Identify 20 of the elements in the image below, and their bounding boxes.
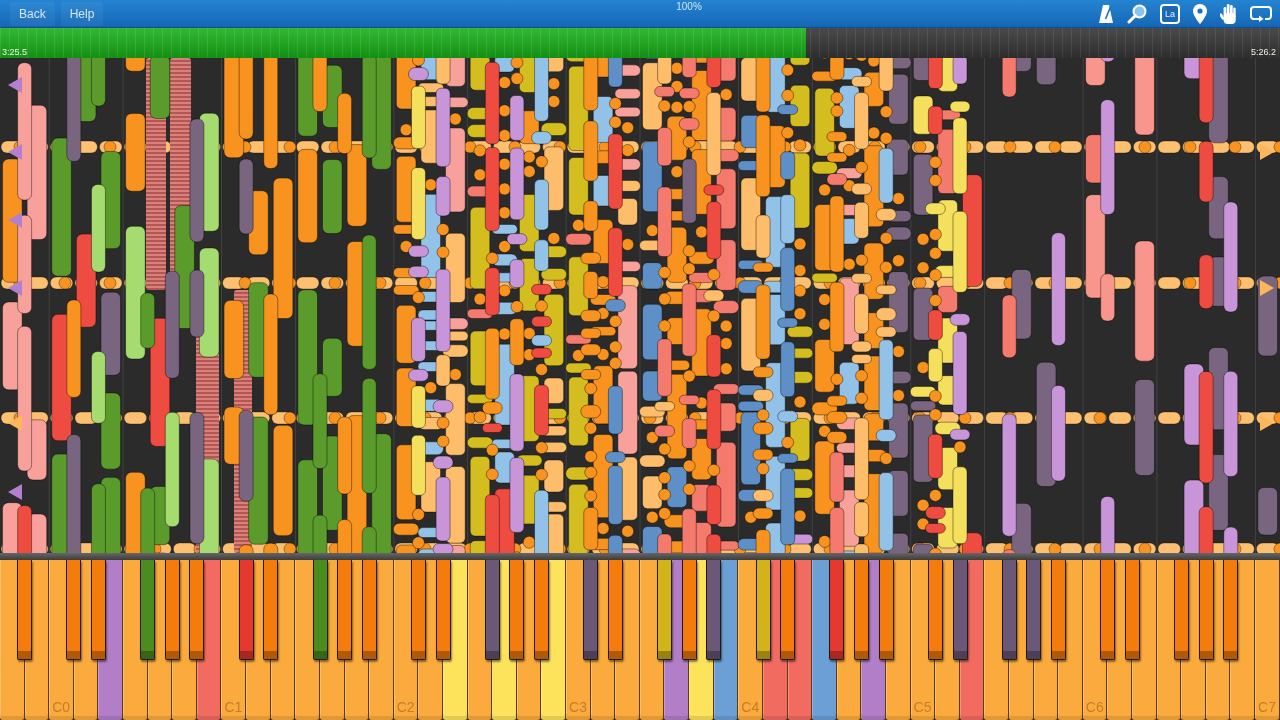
- key-label: C2: [396, 699, 415, 715]
- key-label: C3: [569, 699, 587, 715]
- key-label: C6: [1085, 699, 1104, 715]
- elapsed-time: 3:25.5: [2, 47, 28, 57]
- key-label: C0: [52, 699, 71, 715]
- key-label: C4: [741, 699, 760, 715]
- nav-button[interactable]: Back: [10, 1, 55, 26]
- hand-icon[interactable]: [1220, 3, 1237, 24]
- total-time: 5:26.2: [1250, 47, 1276, 57]
- pin-icon[interactable]: [1193, 3, 1207, 24]
- loop-icon[interactable]: [1250, 5, 1272, 22]
- metronome-icon[interactable]: [1098, 3, 1114, 24]
- key-label: C7: [1258, 699, 1276, 715]
- note-labels-button[interactable]: La: [1160, 3, 1180, 24]
- speed-label: 100%: [676, 1, 702, 12]
- key-label: C1: [224, 699, 243, 715]
- key-label: C5: [913, 699, 932, 715]
- nav-button[interactable]: Help: [60, 1, 104, 26]
- song-progress-track[interactable]: 3:25.5 5:26.2: [0, 28, 1280, 58]
- search-icon[interactable]: [1127, 3, 1147, 24]
